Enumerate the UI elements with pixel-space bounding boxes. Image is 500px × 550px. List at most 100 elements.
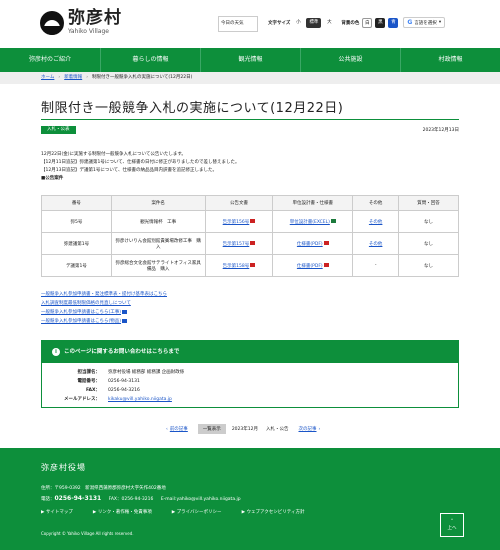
inquiry-row: FAX： 0256-94-3216 <box>85 388 140 393</box>
title-divider <box>41 119 459 120</box>
nav-item-tourism[interactable]: 観光情報 <box>200 48 300 72</box>
body-line: 【12月11日追記】弥建議第1号について、仕様書の日付に修正がありましたので差し… <box>41 160 240 165</box>
cell-other: その他 <box>352 210 400 233</box>
notice-link[interactable]: 告示第158号 <box>223 264 250 269</box>
footer-link-sitemap[interactable]: ▶ サイトマップ <box>41 509 83 515</box>
weather-widget[interactable]: 今日の天気 <box>218 16 258 32</box>
cell-notice: 告示第156号 <box>204 210 274 233</box>
related-link[interactable]: 一般競争入札参加申請書・発注標準表・提付け基準表はこちら <box>41 292 167 297</box>
table-row: デ議第1号 弥彦総合文化会館サテライトオフィス家具備品 購入 告示第158号 仕… <box>41 254 459 277</box>
inquiry-row: 電話番号： 0256-94-3131 <box>77 379 140 384</box>
pdf-icon <box>323 241 329 245</box>
font-size-standard-button[interactable]: 標準 <box>306 17 322 28</box>
nav-item-about[interactable]: 弥彦村のご紹介 <box>0 48 100 72</box>
notice-link[interactable]: 告示第156号 <box>223 220 250 225</box>
language-select[interactable]: G 言語を選択 ▾ <box>403 17 446 28</box>
inquiry-row: 担当課名： 弥彦村役場 総務部 総務課 企画財政係 <box>77 370 185 375</box>
cell-other: - <box>352 254 400 277</box>
other-link[interactable]: その他 <box>369 242 383 247</box>
footer-address: 住所：〒959-0392 新潟県西蒲原郡弥彦村大字矢作402番地 <box>41 486 166 491</box>
col-header: 番号 <box>41 195 112 211</box>
cell-qa: なし <box>398 210 459 233</box>
footer-tel: 0256-94-3131 <box>54 495 102 502</box>
global-nav: 弥彦村のご紹介 暮らしの情報 観光情報 公共施設 村政情報 <box>0 48 500 72</box>
pdf-icon <box>250 219 256 223</box>
excel-icon <box>330 219 336 223</box>
font-size-large-button[interactable]: 大 <box>324 18 334 28</box>
spec-link[interactable]: 仕様書(PDF) <box>297 264 323 269</box>
logo-subtitle: Yahiko Village <box>68 28 109 35</box>
footer-links: ▶ サイトマップ ▶ リンク・著作権・免責事項 ▶ プライバシーポリシー ▶ ウ… <box>41 509 324 515</box>
body-line: 12月22日(金)に実施する制限付一般競争入札について公告いたします。 <box>41 152 186 157</box>
cell-spec: 仕様書(PDF) <box>272 254 354 277</box>
footer-link-copyright[interactable]: ▶ リンク・著作権・免責事項 <box>93 509 162 515</box>
cell-other: その他 <box>352 232 400 255</box>
cell-number: デ議第1号 <box>41 254 112 277</box>
related-link[interactable]: 入札調査制度最低制限価格の見直しについて <box>41 301 131 306</box>
section-heading: ■公告案件 <box>41 176 64 181</box>
cell-number: 弥建議第1号 <box>41 232 112 255</box>
related-link[interactable]: 一般競争入札参加申請書はこちら(物品) <box>41 319 121 324</box>
cell-notice: 告示第157号 <box>204 232 274 255</box>
col-header: 公告文書 <box>204 195 274 211</box>
nav-item-government[interactable]: 村政情報 <box>400 48 500 72</box>
bg-color-label: 背景の色 <box>341 20 360 26</box>
chevron-down-icon: ▾ <box>438 20 442 25</box>
pager-month: 2023年12月 <box>231 427 258 432</box>
col-header: 単位設計書・仕様書 <box>272 195 354 211</box>
site-header: 弥彦村 Yahiko Village 今日の天気 文字サイズ 小 標準 大 背景… <box>0 0 500 48</box>
body-line: 【12月13日追記】デ議第1号について、仕様書の納品品目内訳書を追記修正しました… <box>41 168 217 173</box>
font-size-label: 文字サイズ <box>268 20 291 26</box>
col-header: 質問・回答 <box>398 195 459 211</box>
category-badge[interactable]: 入札・公表 <box>41 126 76 134</box>
breadcrumb-current: 制限付き一般競争入札の実施について(12月22日) <box>92 75 193 80</box>
cell-qa: なし <box>398 254 459 277</box>
page-title: 制限付き一般競争入札の実施について(12月22日) <box>41 101 344 116</box>
table-header-row: 番号 案件名 公告文書 単位設計書・仕様書 その他 質問・回答 <box>41 195 459 211</box>
chevron-right-icon: › <box>318 426 321 432</box>
inquiry-box: i このページに関するお問い合わせはこちらまで 担当課名： 弥彦村役場 総務部 総務… <box>41 340 459 408</box>
col-header: その他 <box>352 195 400 211</box>
breadcrumb-home[interactable]: ホーム <box>41 75 54 80</box>
spec-link[interactable]: 仕様書(PDF) <box>297 242 323 247</box>
other-link[interactable]: その他 <box>369 220 383 225</box>
info-icon: i <box>52 347 60 356</box>
footer-link-privacy[interactable]: ▶ プライバシーポリシー <box>172 509 232 515</box>
font-size-small-button[interactable]: 小 <box>293 18 303 28</box>
nav-item-living[interactable]: 暮らしの情報 <box>100 48 200 72</box>
footer-fax: FAX：0256-94-3216 <box>108 497 154 502</box>
list-view-button[interactable]: 一覧表示 <box>197 424 226 434</box>
bg-white-button[interactable]: 白 <box>362 17 373 28</box>
cell-title: 弥彦けいりん会館別館貴賓場改修工事 購入 <box>110 232 206 255</box>
next-article-link[interactable]: 次の記事 <box>299 426 317 432</box>
footer-email: E-mail:yahiko@vill.yahiko.niigata.jp <box>160 497 241 502</box>
spec-link[interactable]: 単位設計書(EXCEL) <box>290 220 330 225</box>
document-icon <box>122 318 128 323</box>
related-link[interactable]: 一般競争入札参加申請書はこちら(工事) <box>41 310 121 315</box>
table-row: 弥5号 観光情報杯 工事 告示第156号 単位設計書(EXCEL) その他 なし <box>41 210 459 233</box>
back-to-top-button[interactable]: ⌃ 上へ <box>440 513 464 537</box>
chevron-right-icon: › <box>58 75 61 80</box>
prev-article-link[interactable]: 前の記事 <box>170 426 188 432</box>
footer-link-accessibility[interactable]: ▶ ウェブアクセシビリティ方針 <box>242 509 315 515</box>
bid-table: 番号 案件名 公告文書 単位設計書・仕様書 その他 質問・回答 弥5号 観光情報… <box>41 195 459 277</box>
bg-black-button[interactable]: 黒 <box>375 17 386 28</box>
cell-spec: 仕様書(PDF) <box>272 232 354 255</box>
notice-link[interactable]: 告示第157号 <box>223 242 250 247</box>
breadcrumb: ホーム › 新着情報 › 制限付き一般競争入札の実施について(12月22日) <box>0 72 500 84</box>
related-links: 一般競争入札参加申請書・発注標準表・提付け基準表はこちら 入札調査制度最低制限価… <box>41 290 167 326</box>
chevron-up-icon: ⌃ <box>450 519 454 524</box>
cell-spec: 単位設計書(EXCEL) <box>272 210 354 233</box>
email-link[interactable]: kikaku@vill.yahiko.niigata.jp <box>108 395 172 404</box>
site-footer: 弥彦村役場 住所：〒959-0392 新潟県西蒲原郡弥彦村大字矢作402番地 電… <box>0 448 500 550</box>
breadcrumb-news[interactable]: 新着情報 <box>64 75 82 80</box>
site-logo[interactable]: 弥彦村 Yahiko Village <box>40 10 122 35</box>
cell-qa: なし <box>398 232 459 255</box>
footer-name: 弥彦村役場 <box>41 463 86 472</box>
table-row: 弥建議第1号 弥彦けいりん会館別館貴賓場改修工事 購入 告示第157号 仕様書(… <box>41 232 459 255</box>
pdf-icon <box>250 241 256 245</box>
nav-item-facilities[interactable]: 公共施設 <box>300 48 400 72</box>
article-pager: ‹ 前の記事 一覧表示 2023年12月 入札・公告 次の記事 › <box>166 424 320 434</box>
bg-blue-button[interactable]: 青 <box>388 17 399 28</box>
utility-bar: 文字サイズ 小 標準 大 背景の色 白 黒 青 G 言語を選択 ▾ <box>268 17 446 28</box>
